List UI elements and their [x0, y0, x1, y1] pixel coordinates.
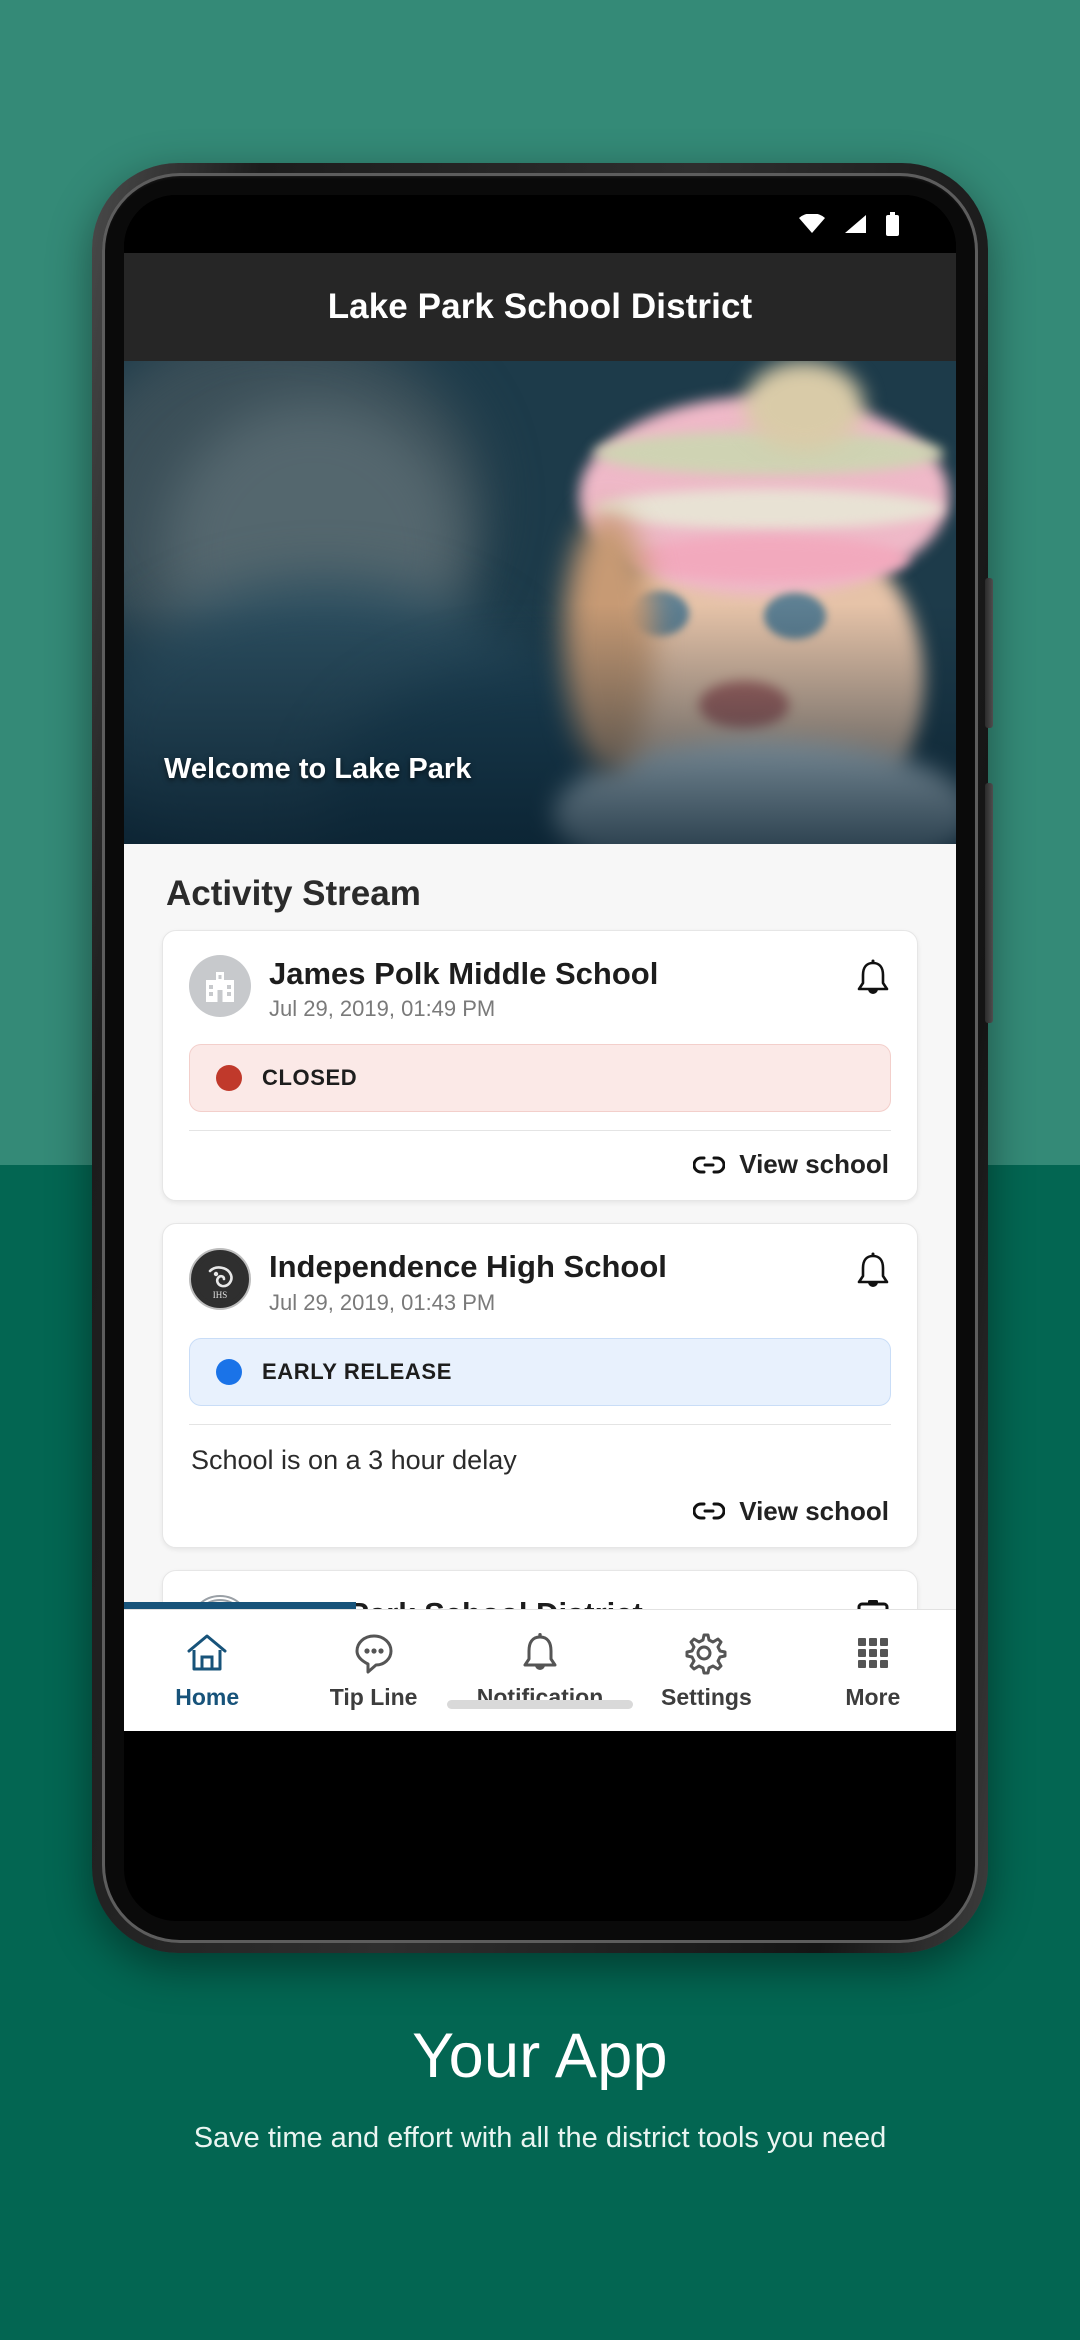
hero-gradient-overlay [124, 604, 956, 844]
nav-item-tip-line[interactable]: Tip Line [290, 1631, 456, 1711]
view-school-link[interactable]: View school [189, 1478, 891, 1533]
page-title: Lake Park School District [327, 287, 753, 326]
status-dot-icon [216, 1358, 242, 1385]
nav-label: Tip Line [329, 1683, 418, 1710]
bell-icon [523, 1632, 557, 1670]
bell-icon[interactable] [855, 1248, 891, 1297]
school-building-icon [189, 955, 251, 1017]
status-badge-label: EARLY RELEASE [262, 1358, 452, 1384]
nav-label: More [845, 1683, 901, 1710]
status-badge-label: CLOSED [262, 1065, 358, 1091]
nav-item-home[interactable]: Home [124, 1631, 290, 1711]
phone-screen: Lake Park School District Welcome to Lak… [124, 195, 956, 1921]
power-button[interactable] [985, 783, 993, 1023]
activity-card[interactable]: IHS Independence High School Jul 29, 201… [162, 1223, 918, 1548]
school-name: James Polk Middle School [269, 956, 659, 991]
activity-card-header: IHS Independence High School Jul 29, 201… [189, 1248, 891, 1315]
gear-icon [685, 1633, 727, 1674]
grid-dots-icon [857, 1637, 888, 1668]
phone-device-frame: Lake Park School District Welcome to Lak… [92, 163, 993, 1953]
home-icon [187, 1634, 227, 1670]
activity-timestamp: Jul 29, 2019, 01:43 PM [269, 1289, 496, 1315]
hero-caption: Welcome to Lake Park [164, 753, 472, 785]
battery-icon [886, 212, 899, 236]
chat-bubble-icon [355, 1634, 393, 1673]
nav-item-more[interactable]: More [790, 1631, 956, 1711]
activity-card[interactable]: James Polk Middle School Jul 29, 2019, 0… [162, 930, 918, 1202]
activity-stream-heading: Activity Stream [166, 874, 421, 913]
status-badge: CLOSED [189, 1044, 891, 1113]
hero-banner: Welcome to Lake Park [124, 361, 956, 844]
link-icon [693, 1502, 726, 1520]
promo-subtitle: Save time and effort with all the distri… [193, 2122, 887, 2154]
app-title-bar: Lake Park School District [124, 253, 956, 361]
wifi-icon [799, 214, 825, 233]
home-indicator [447, 1700, 633, 1709]
view-school-label: View school [739, 1149, 889, 1180]
link-icon [693, 1156, 726, 1174]
nav-item-settings[interactable]: Settings [623, 1631, 789, 1711]
nav-label: Settings [661, 1683, 752, 1710]
activity-stream-section: Activity Stream James Polk Middle School… [124, 844, 956, 1731]
school-name: Independence High School [269, 1249, 667, 1285]
status-bar [124, 195, 956, 253]
cellular-signal-icon [845, 215, 866, 233]
view-school-link[interactable]: View school [189, 1131, 891, 1186]
view-school-label: View school [739, 1495, 889, 1526]
nav-item-notification[interactable]: Notification [457, 1631, 623, 1711]
status-dot-icon [216, 1065, 242, 1092]
volume-button[interactable] [985, 578, 993, 728]
scroll-progress-indicator [124, 1602, 356, 1609]
activity-message: School is on a 3 hour delay [191, 1444, 517, 1475]
promo-title: Your App [412, 2021, 668, 2091]
promo-section: Your App Save time and effort with all t… [0, 2020, 1080, 2155]
activity-card-header: James Polk Middle School Jul 29, 2019, 0… [189, 955, 891, 1022]
activity-timestamp: Jul 29, 2019, 01:49 PM [269, 996, 496, 1022]
svg-text:IHS: IHS [213, 1290, 228, 1300]
status-badge: EARLY RELEASE [189, 1337, 891, 1406]
panther-mascot-icon: IHS [189, 1248, 251, 1311]
nav-label: Home [175, 1683, 240, 1710]
bottom-navigation-bar: Home Tip Line Notification Settings More [124, 1609, 956, 1731]
bell-icon[interactable] [855, 955, 891, 1004]
